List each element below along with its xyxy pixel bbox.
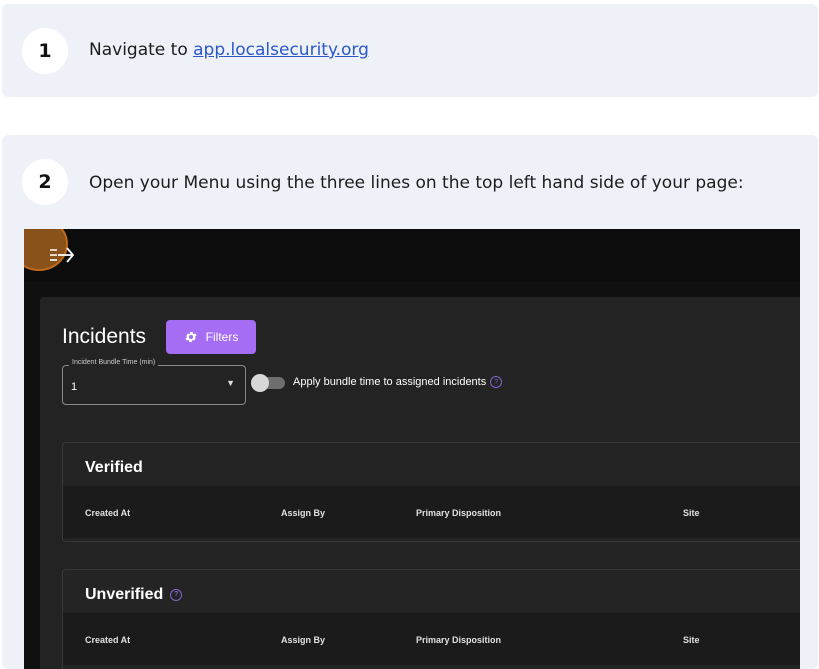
column-header[interactable]: Primary Disposition (416, 508, 501, 518)
top-bar (24, 229, 800, 281)
step-instruction: Navigate to (89, 40, 194, 60)
column-header[interactable]: Created At (85, 508, 130, 518)
toggle-knob (251, 374, 269, 392)
filters-button[interactable]: Filters (166, 320, 256, 354)
menu-icon[interactable] (48, 243, 76, 267)
column-header[interactable]: Primary Disposition (416, 635, 501, 645)
section-title-text: Unverified (85, 586, 164, 603)
filters-label: Filters (205, 330, 239, 344)
table-header: Created At Assign By Primary Disposition… (63, 486, 800, 538)
app-screenshot: Incidents Filters Incident Bundle Time (… (24, 229, 800, 669)
bundle-time-select[interactable]: Incident Bundle Time (min) 1 ▼ (62, 359, 246, 405)
step-card-1: 1 Navigate to app.localsecurity.org (2, 4, 818, 97)
section-title: Verified (85, 459, 143, 476)
unverified-section: Unverified? Created At Assign By Primary… (62, 569, 800, 669)
table-header: Created At Assign By Primary Disposition… (63, 613, 800, 665)
gear-icon (185, 331, 197, 343)
app-link[interactable]: app.localsecurity.org (193, 40, 369, 60)
bundle-toggle[interactable] (251, 374, 285, 392)
column-header[interactable]: Site (683, 508, 700, 518)
help-icon[interactable]: ? (170, 588, 183, 601)
bundle-time-label: Incident Bundle Time (min) (69, 359, 159, 366)
chevron-down-icon: ▼ (226, 378, 235, 388)
column-header[interactable]: Assign By (281, 508, 325, 518)
step-text: Navigate to app.localsecurity.org (89, 40, 369, 60)
toggle-label: Apply bundle time to assigned incidents? (293, 376, 503, 389)
toggle-label-text: Apply bundle time to assigned incidents (293, 376, 487, 388)
incidents-panel: Incidents Filters Incident Bundle Time (… (40, 297, 800, 669)
bundle-time-value: 1 (71, 381, 78, 393)
step-number: 1 (22, 28, 68, 74)
step-card-2: 2 Open your Menu using the three lines o… (2, 135, 818, 669)
column-header[interactable]: Created At (85, 635, 130, 645)
verified-section: Verified Created At Assign By Primary Di… (62, 442, 800, 542)
step-instruction: Open your Menu using the three lines on … (89, 173, 744, 193)
section-title: Unverified? (85, 586, 183, 604)
step-number: 2 (22, 159, 68, 205)
column-header[interactable]: Assign By (281, 635, 325, 645)
help-icon[interactable]: ? (490, 376, 503, 389)
column-header[interactable]: Site (683, 635, 700, 645)
page-title: Incidents (62, 325, 147, 348)
